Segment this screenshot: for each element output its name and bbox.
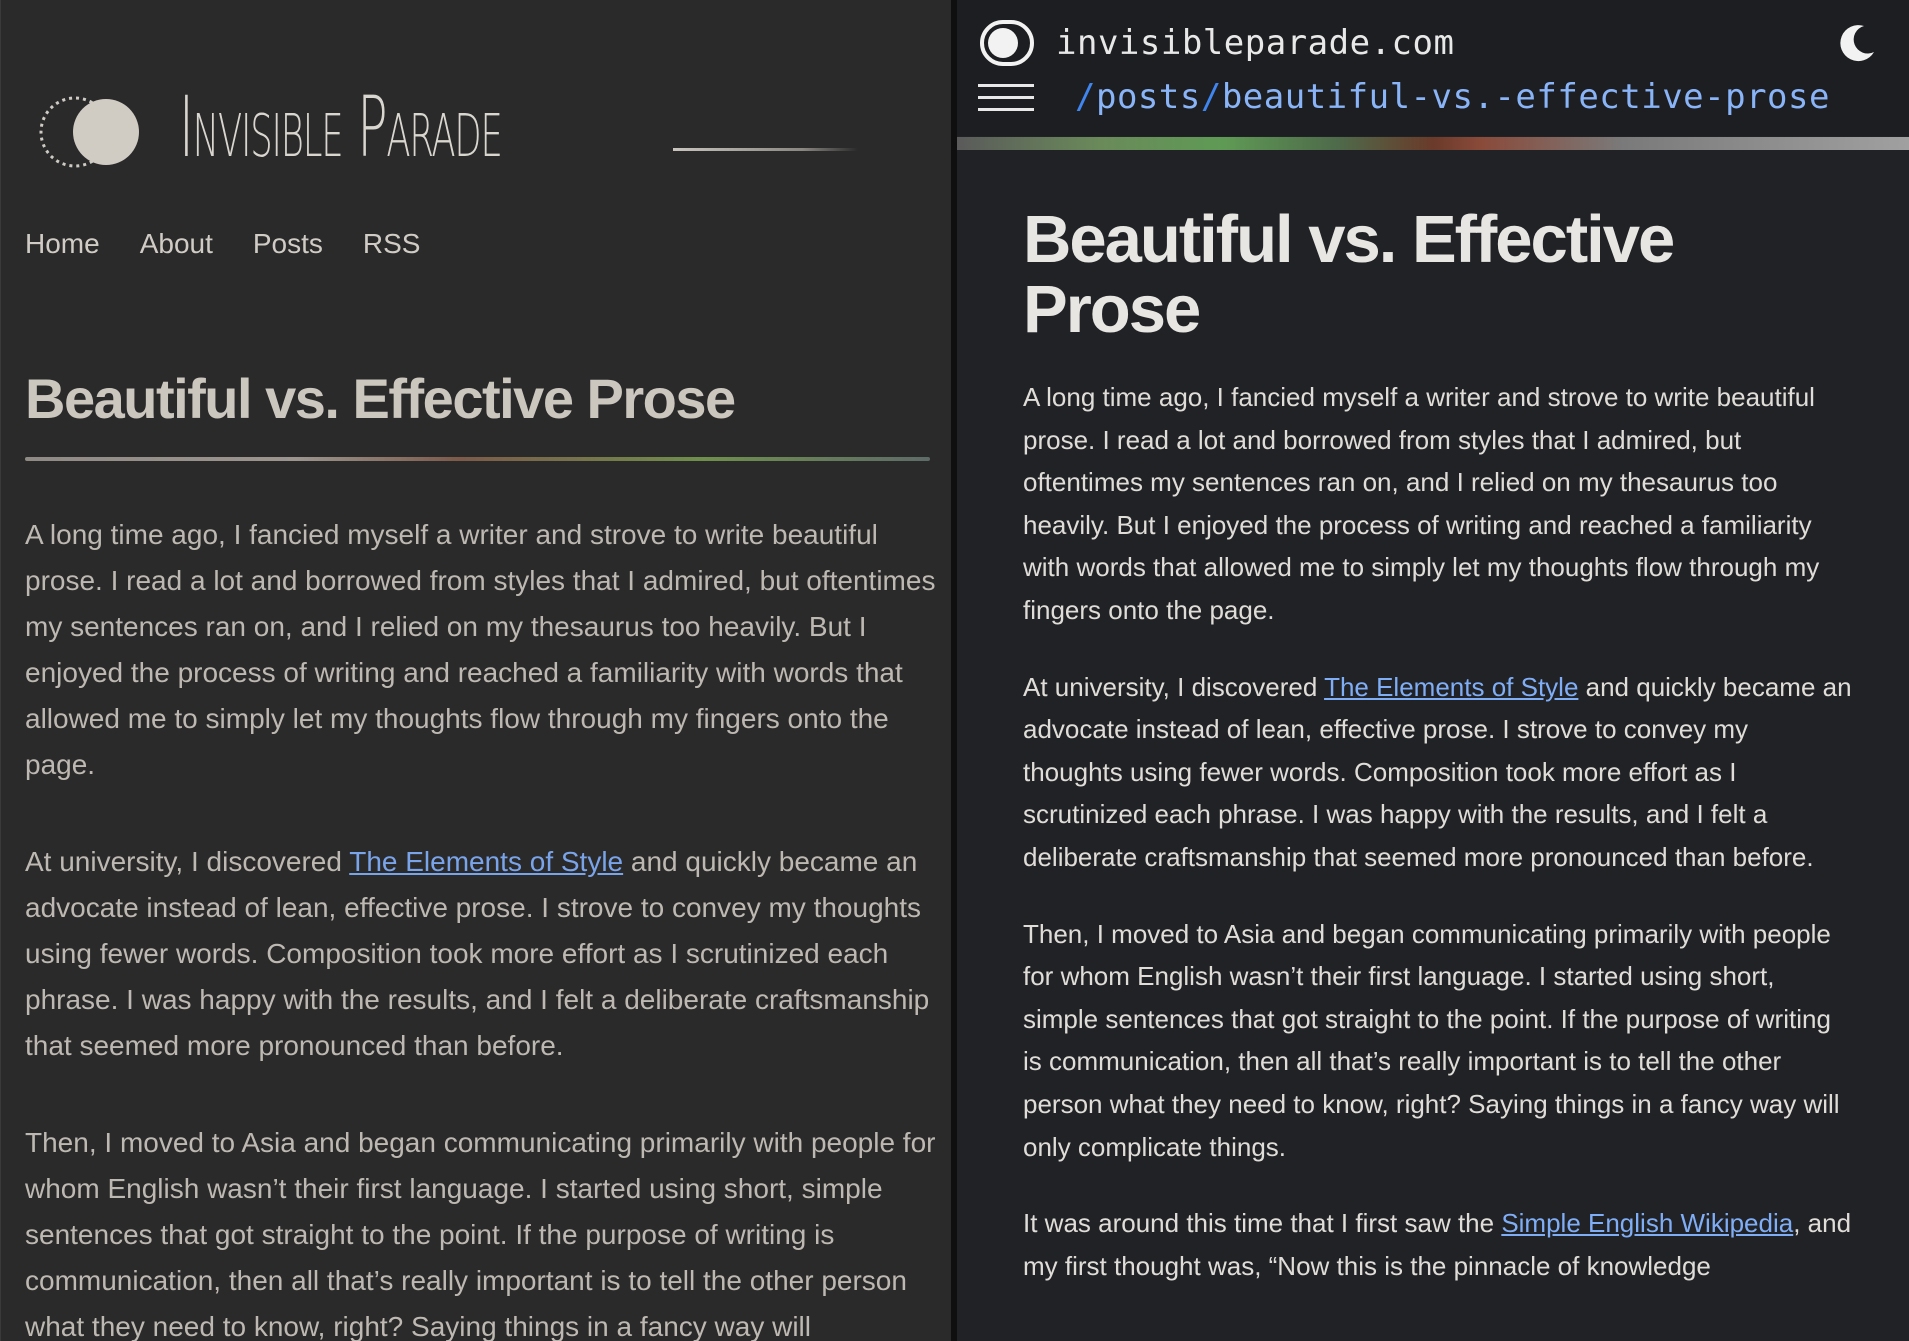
paragraph-1: A long time ago, I fancied myself a writ…	[1023, 382, 1820, 625]
paragraph-3: Then, I moved to Asia and began communic…	[1023, 918, 1840, 1162]
paragraph-1: A long time ago, I fancied myself a writ…	[25, 519, 936, 780]
paragraph-2-text-start: At university, I discovered	[25, 846, 350, 877]
elements-of-style-link[interactable]: The Elements of Style	[349, 846, 623, 877]
moon-icon[interactable]	[1834, 22, 1878, 66]
nav-posts-link[interactable]: Posts	[253, 228, 323, 260]
elements-of-style-link[interactable]: The Elements of Style	[1324, 672, 1578, 702]
title-divider	[25, 457, 930, 461]
paragraph-2-text-start: At university, I discovered	[1023, 671, 1325, 702]
theme-toggle-icon[interactable]	[980, 20, 1034, 66]
paragraph-4-text-start: It was around this time that I first saw…	[1023, 1208, 1502, 1239]
nav-home-link[interactable]: Home	[25, 228, 100, 260]
nav-rss-link[interactable]: RSS	[363, 228, 421, 260]
hamburger-menu-icon[interactable]	[978, 82, 1034, 114]
breadcrumb-current-page[interactable]: beautiful-vs.-effective-prose	[1222, 77, 1830, 117]
post-body: A long time ago, I fancied myself a writ…	[1023, 376, 1853, 1321]
post-title: Beautiful vs. Effective Prose	[1023, 202, 1675, 347]
simple-english-wikipedia-link[interactable]: Simple English Wikipedia	[1501, 1208, 1793, 1238]
header-divider	[957, 137, 1909, 150]
breadcrumb-posts-link[interactable]: posts	[1096, 77, 1201, 117]
paragraph-3: Then, I moved to Asia and began communic…	[25, 1127, 936, 1341]
paragraph-4: It was around this time that I first saw…	[1023, 1202, 1853, 1287]
terminal-header: invisibleparade.com /posts/beautiful-vs.…	[957, 0, 1909, 136]
site-header: Invisible Parade	[39, 62, 919, 192]
paragraph-2: At university, I discovered The Elements…	[1023, 666, 1853, 879]
post-body: A long time ago, I fancied myself a writ…	[25, 512, 940, 1341]
left-pane: Invisible Parade Home About Posts RSS Be…	[0, 0, 951, 1341]
right-pane: invisibleparade.com /posts/beautiful-vs.…	[957, 0, 1909, 1341]
paragraph-2: At university, I discovered The Elements…	[25, 839, 940, 1069]
site-name-underline	[673, 148, 858, 151]
logo-moon-icon[interactable]	[39, 90, 151, 174]
path-separator: /	[1200, 77, 1222, 117]
post-title: Beautiful vs. Effective Prose	[25, 367, 736, 430]
site-domain[interactable]: invisibleparade.com	[1056, 20, 1454, 66]
path-separator: /	[1075, 77, 1096, 117]
paragraph-2-text-end: and quickly became an advocate instead o…	[25, 846, 930, 1061]
breadcrumb-path: /posts/beautiful-vs.-effective-prose	[1075, 74, 1830, 120]
nav-about-link[interactable]: About	[140, 228, 213, 260]
site-name[interactable]: Invisible Parade	[179, 62, 503, 192]
main-nav: Home About Posts RSS	[25, 228, 420, 260]
